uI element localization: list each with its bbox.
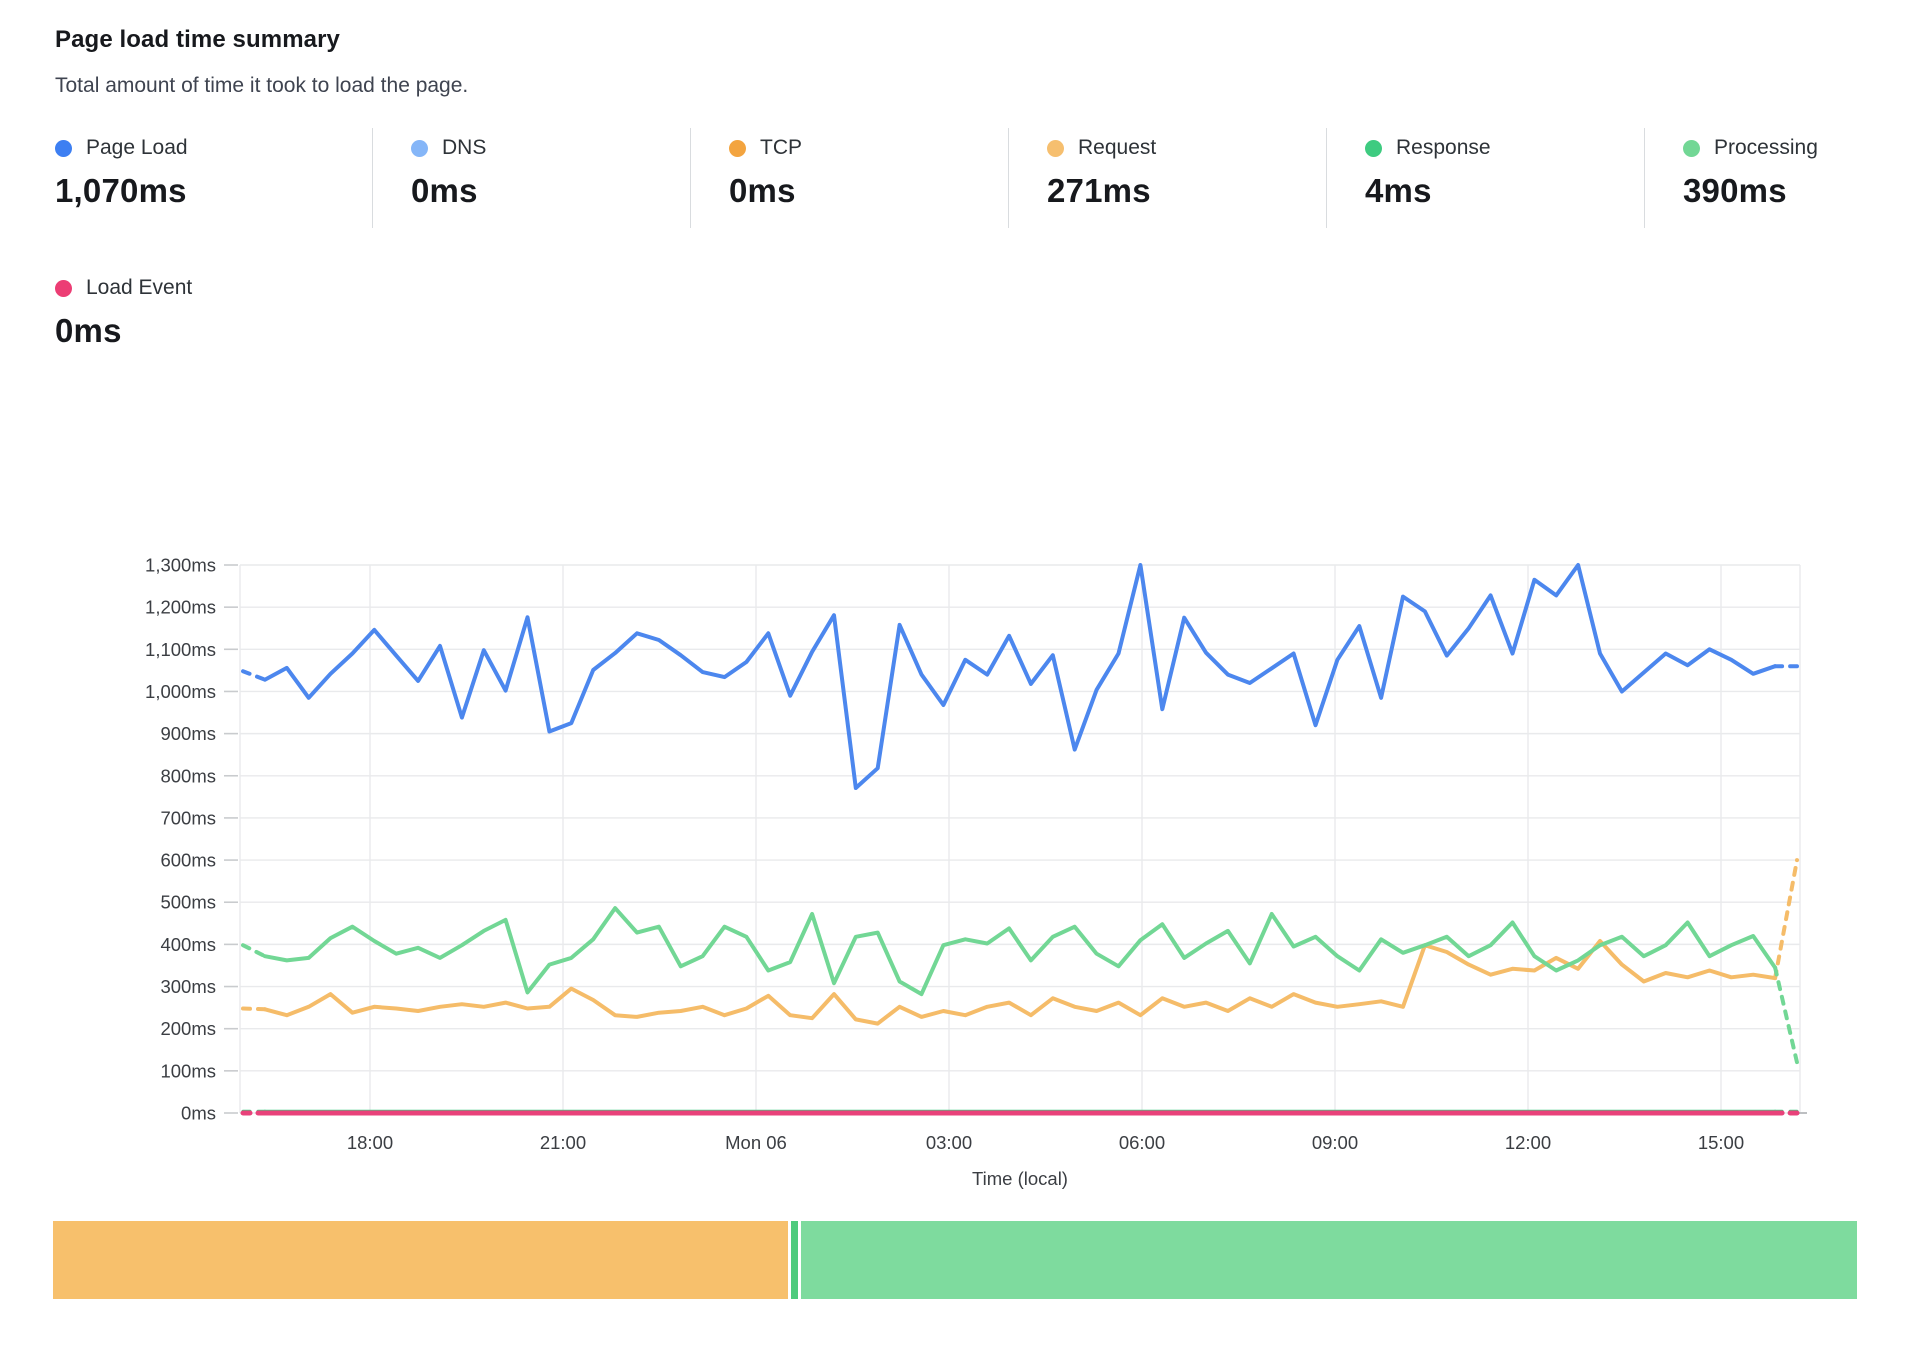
metric-label: Page Load bbox=[86, 136, 188, 160]
y-tick-label: 0ms bbox=[181, 1103, 216, 1124]
page-load-legend-dot-icon bbox=[55, 140, 72, 157]
chart-svg: 0ms 100ms 200ms 300ms 400ms 500ms 600ms 700ms 80… bbox=[0, 430, 1910, 1220]
metric-page-load: Page Load 1,070ms bbox=[55, 128, 372, 228]
series-page-load bbox=[265, 565, 1775, 788]
series-processing bbox=[243, 945, 265, 956]
metric-value: 1,070ms bbox=[55, 172, 372, 210]
tcp-legend-dot-icon bbox=[729, 140, 746, 157]
x-tick-label: 03:00 bbox=[926, 1132, 972, 1153]
metric-label: Response bbox=[1396, 136, 1491, 160]
x-tick-label: 18:00 bbox=[347, 1132, 393, 1153]
series-lines bbox=[243, 565, 1797, 1113]
dns-legend-dot-icon bbox=[411, 140, 428, 157]
y-tick-label: 300ms bbox=[160, 976, 216, 997]
bar-green-sliver[interactable] bbox=[791, 1221, 798, 1299]
y-tick-label: 1,200ms bbox=[145, 597, 216, 618]
bar-green[interactable] bbox=[801, 1221, 1857, 1299]
load-time-chart[interactable]: 0ms 100ms 200ms 300ms 400ms 500ms 600ms 700ms 80… bbox=[0, 430, 1910, 1220]
metric-label: Processing bbox=[1714, 136, 1818, 160]
load-event-legend-dot-icon bbox=[55, 280, 72, 297]
metric-head: DNS bbox=[411, 136, 690, 160]
metric-load-event: Load Event 0ms bbox=[55, 268, 372, 368]
y-tick-label: 800ms bbox=[160, 765, 216, 786]
page-title: Page load time summary bbox=[55, 26, 340, 54]
metric-load-event: Load Event 0ms bbox=[55, 268, 372, 368]
y-tick-label: 1,100ms bbox=[145, 639, 216, 660]
request-legend-dot-icon bbox=[1047, 140, 1064, 157]
metric-value: 271ms bbox=[1047, 172, 1326, 210]
y-tick-label: 600ms bbox=[160, 850, 216, 871]
metric-head: Load Event bbox=[55, 276, 372, 300]
x-tick-label: 06:00 bbox=[1119, 1132, 1165, 1153]
metric-label: Load Event bbox=[86, 276, 192, 300]
metric-tcp: TCP 0ms bbox=[690, 128, 1008, 228]
metric-head: Page Load bbox=[55, 136, 372, 160]
x-tick-label: 12:00 bbox=[1505, 1132, 1551, 1153]
metric-head: Response bbox=[1365, 136, 1644, 160]
timeline-bar bbox=[53, 1221, 1857, 1299]
series-processing bbox=[1775, 968, 1797, 1063]
y-grid: 0ms 100ms 200ms 300ms 400ms 500ms 600ms 700ms 80… bbox=[145, 555, 1800, 1124]
x-tick-label: Mon 06 bbox=[725, 1132, 787, 1153]
metric-response: Response 4ms bbox=[1326, 128, 1644, 228]
metric-value: 390ms bbox=[1683, 172, 1910, 210]
bar-orange[interactable] bbox=[53, 1221, 788, 1299]
y-tick-label: 500ms bbox=[160, 892, 216, 913]
x-axis-title: Time (local) bbox=[972, 1168, 1068, 1189]
y-tick-label: 400ms bbox=[160, 934, 216, 955]
y-tick-label: 700ms bbox=[160, 807, 216, 828]
metric-head: Processing bbox=[1683, 136, 1910, 160]
y-tick-label: 1,300ms bbox=[145, 555, 216, 576]
series-request bbox=[1775, 860, 1797, 978]
metric-value: 4ms bbox=[1365, 172, 1644, 210]
metric-value: 0ms bbox=[729, 172, 1008, 210]
metric-label: TCP bbox=[760, 136, 802, 160]
series-request bbox=[243, 1009, 265, 1010]
metric-dns: DNS 0ms bbox=[372, 128, 690, 228]
metric-label: Request bbox=[1078, 136, 1156, 160]
metric-head: TCP bbox=[729, 136, 1008, 160]
metric-request: Request 271ms bbox=[1008, 128, 1326, 228]
page-subtitle: Total amount of time it took to load the… bbox=[55, 74, 468, 98]
x-tick-label: 09:00 bbox=[1312, 1132, 1358, 1153]
metric-label: DNS bbox=[442, 136, 486, 160]
series-request bbox=[265, 941, 1775, 1024]
x-tick-label: 15:00 bbox=[1698, 1132, 1744, 1153]
y-tick-label: 200ms bbox=[160, 1018, 216, 1039]
y-tick-label: 100ms bbox=[160, 1060, 216, 1081]
metrics-row: Page Load 1,070ms DNS 0ms TCP 0ms Request 271ms… bbox=[55, 128, 1910, 228]
y-tick-label: 900ms bbox=[160, 723, 216, 744]
series-processing bbox=[265, 908, 1775, 994]
response-legend-dot-icon bbox=[1365, 140, 1382, 157]
y-tick-label: 1,000ms bbox=[145, 681, 216, 702]
metric-value: 0ms bbox=[411, 172, 690, 210]
series-page-load bbox=[243, 671, 265, 680]
x-tick-label: 21:00 bbox=[540, 1132, 586, 1153]
metric-processing: Processing 390ms bbox=[1644, 128, 1910, 228]
x-grid: 18:00 21:00 Mon 06 03:00 06:00 09:00 12:00 15:0… bbox=[240, 565, 1807, 1189]
metric-head: Request bbox=[1047, 136, 1326, 160]
metric-value: 0ms bbox=[55, 312, 372, 350]
processing-legend-dot-icon bbox=[1683, 140, 1700, 157]
